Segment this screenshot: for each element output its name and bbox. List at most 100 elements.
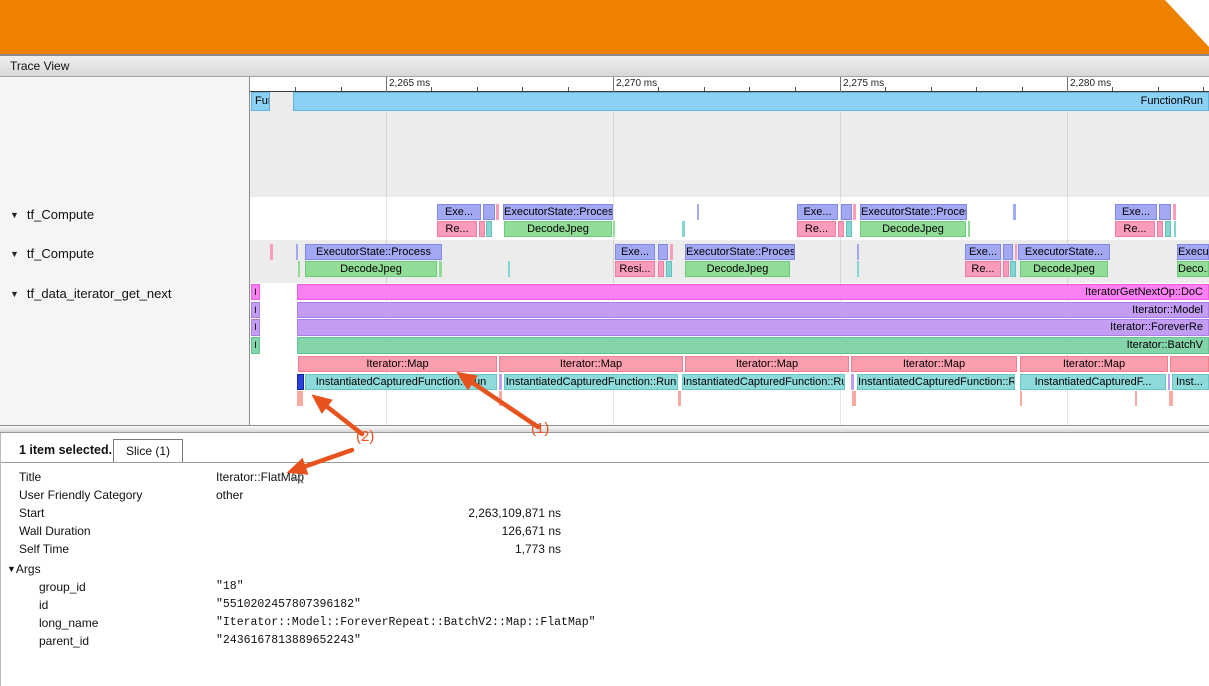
trace-slice-sliver[interactable]: [838, 221, 844, 237]
trace-slice[interactable]: Fun: [251, 92, 270, 111]
trace-slice[interactable]: DecodeJpeg: [504, 221, 612, 237]
trace-slice[interactable]: I: [251, 337, 260, 354]
trace-slice-sliver[interactable]: [479, 221, 485, 237]
trace-slice[interactable]: DecodeJpeg: [1020, 261, 1108, 277]
trace-slice[interactable]: Iterator::Model: [297, 302, 1209, 318]
trace-slice-sliver[interactable]: [670, 244, 673, 260]
trace-slice-sliver[interactable]: [1003, 244, 1013, 260]
trace-slice-sliver[interactable]: [499, 374, 502, 390]
trace-slice[interactable]: Iterator::ForeverRe: [297, 319, 1209, 336]
trace-slice-sliver[interactable]: [1173, 204, 1176, 220]
panel-splitter[interactable]: [0, 425, 1209, 433]
trace-slice-sliver[interactable]: [496, 204, 499, 220]
trace-slice-sliver[interactable]: [678, 391, 681, 406]
trace-slice-sliver[interactable]: [297, 391, 303, 406]
trace-slice[interactable]: Iterator::BatchV: [297, 337, 1209, 354]
trace-slice-sliver[interactable]: [1168, 374, 1170, 390]
track-header-tf_Compute[interactable]: ▼tf_Compute: [10, 207, 94, 222]
trace-slice[interactable]: Iterator::Map: [499, 356, 683, 372]
trace-slice-sliver[interactable]: [483, 204, 495, 220]
trace-slice[interactable]: I: [251, 319, 260, 336]
trace-slice-sliver[interactable]: [296, 244, 298, 260]
trace-slice-sliver[interactable]: [1020, 391, 1022, 406]
trace-slice[interactable]: Inst...: [1172, 374, 1209, 390]
args-section-toggle[interactable]: ▼Args: [7, 560, 41, 578]
trace-slice[interactable]: Exe...: [965, 244, 1001, 260]
trace-slice-sliver[interactable]: [1010, 261, 1016, 277]
trace-slice[interactable]: InstantiatedCapturedF...: [1020, 374, 1166, 390]
trace-slice[interactable]: Iterator::Map: [298, 356, 497, 372]
trace-slice-sliver[interactable]: [1165, 221, 1171, 237]
trace-slice-sliver[interactable]: [853, 204, 856, 220]
trace-slice[interactable]: DecodeJpeg: [305, 261, 437, 277]
trace-slice[interactable]: ExecutorState...: [1018, 244, 1110, 260]
trace-slice[interactable]: Re...: [797, 221, 836, 237]
trace-slice-sliver[interactable]: [1003, 261, 1009, 277]
trace-slice-sliver[interactable]: [1157, 221, 1163, 237]
trace-slice-sliver[interactable]: [846, 221, 852, 237]
trace-slice-sliver[interactable]: [857, 244, 859, 260]
trace-slice[interactable]: Exe...: [797, 204, 838, 220]
trace-slice[interactable]: InstantiatedCapturedFunction::Run: [305, 374, 497, 390]
trace-slice-sliver[interactable]: [852, 391, 856, 406]
trace-slice[interactable]: I: [251, 302, 260, 318]
trace-slice[interactable]: ExecutorState::Process: [860, 204, 967, 220]
trace-slice-sliver[interactable]: [1169, 391, 1173, 406]
trace-slice-sliver[interactable]: [1170, 356, 1209, 372]
trace-slice[interactable]: ExecutorState::Process: [685, 244, 795, 260]
trace-slice[interactable]: DecodeJpeg: [685, 261, 790, 277]
trace-slice-sliver[interactable]: [1013, 204, 1016, 220]
collapse-triangle-icon[interactable]: ▼: [10, 287, 19, 302]
trace-slice[interactable]: ExecutorState::Process: [503, 204, 613, 220]
trace-slice-sliver[interactable]: [841, 204, 852, 220]
track-header-tf_data_iterator_get_next[interactable]: ▼tf_data_iterator_get_next: [10, 286, 171, 301]
trace-slice[interactable]: Iterator::Map: [851, 356, 1017, 372]
trace-slice-sliver[interactable]: [682, 221, 685, 237]
trace-slice[interactable]: InstantiatedCapturedFunction::Run: [857, 374, 1015, 390]
trace-slice-sliver[interactable]: [658, 244, 668, 260]
trace-slice-sliver[interactable]: [439, 261, 442, 277]
trace-slice-sliver[interactable]: [499, 391, 502, 406]
trace-slice[interactable]: Re...: [437, 221, 477, 237]
trace-slice[interactable]: Execu...: [1177, 244, 1209, 260]
trace-slice-sliver[interactable]: [508, 261, 510, 277]
trace-slice-sliver[interactable]: [968, 221, 970, 237]
trace-slice-sliver[interactable]: [666, 261, 672, 277]
trace-slice-sliver[interactable]: [697, 204, 699, 220]
trace-slice[interactable]: ExecutorState::Process: [305, 244, 442, 260]
selected-slice[interactable]: [297, 374, 304, 390]
trace-slice[interactable]: DecodeJpeg: [860, 221, 966, 237]
trace-slice-sliver[interactable]: [298, 261, 300, 277]
timeline-area[interactable]: 2,265 ms2,270 ms2,275 ms2,280 ms Fun Func…: [250, 77, 1209, 425]
magnifier-icon[interactable]: [291, 471, 304, 484]
collapse-triangle-icon[interactable]: ▼: [7, 564, 16, 574]
time-ruler[interactable]: 2,265 ms2,270 ms2,275 ms2,280 ms: [250, 77, 1209, 92]
trace-slice[interactable]: Exe...: [615, 244, 655, 260]
trace-slice[interactable]: Re...: [965, 261, 1001, 277]
trace-slice[interactable]: I: [251, 284, 260, 300]
trace-slice[interactable]: FunctionRun: [293, 92, 1209, 111]
trace-slice-sliver[interactable]: [857, 261, 859, 277]
trace-slice[interactable]: Resi...: [615, 261, 655, 277]
trace-slice[interactable]: InstantiatedCapturedFunction::Run: [682, 374, 845, 390]
trace-slice-sliver[interactable]: [1015, 244, 1017, 260]
track-header-tf_Compute[interactable]: ▼tf_Compute: [10, 246, 94, 261]
collapse-triangle-icon[interactable]: ▼: [10, 247, 19, 262]
trace-slice[interactable]: Re...: [1115, 221, 1155, 237]
collapse-triangle-icon[interactable]: ▼: [10, 208, 19, 223]
trace-slice-sliver[interactable]: [270, 244, 273, 260]
trace-slice-sliver[interactable]: [486, 221, 492, 237]
trace-slice-sliver[interactable]: [1135, 391, 1137, 406]
trace-slice-sliver[interactable]: [1159, 204, 1171, 220]
trace-slice[interactable]: Exe...: [437, 204, 481, 220]
trace-slice-sliver[interactable]: [613, 221, 615, 237]
trace-slice[interactable]: Exe...: [1115, 204, 1157, 220]
trace-slice-sliver[interactable]: [851, 374, 854, 390]
trace-slice[interactable]: Deco...: [1177, 261, 1209, 277]
trace-slice-sliver[interactable]: [658, 261, 664, 277]
trace-slice[interactable]: Iterator::Map: [685, 356, 849, 372]
trace-slice[interactable]: InstantiatedCapturedFunction::Run: [504, 374, 678, 390]
trace-slice-sliver[interactable]: [1174, 221, 1176, 237]
trace-slice[interactable]: Iterator::Map: [1020, 356, 1168, 372]
tab-slice[interactable]: Slice (1): [113, 439, 183, 462]
